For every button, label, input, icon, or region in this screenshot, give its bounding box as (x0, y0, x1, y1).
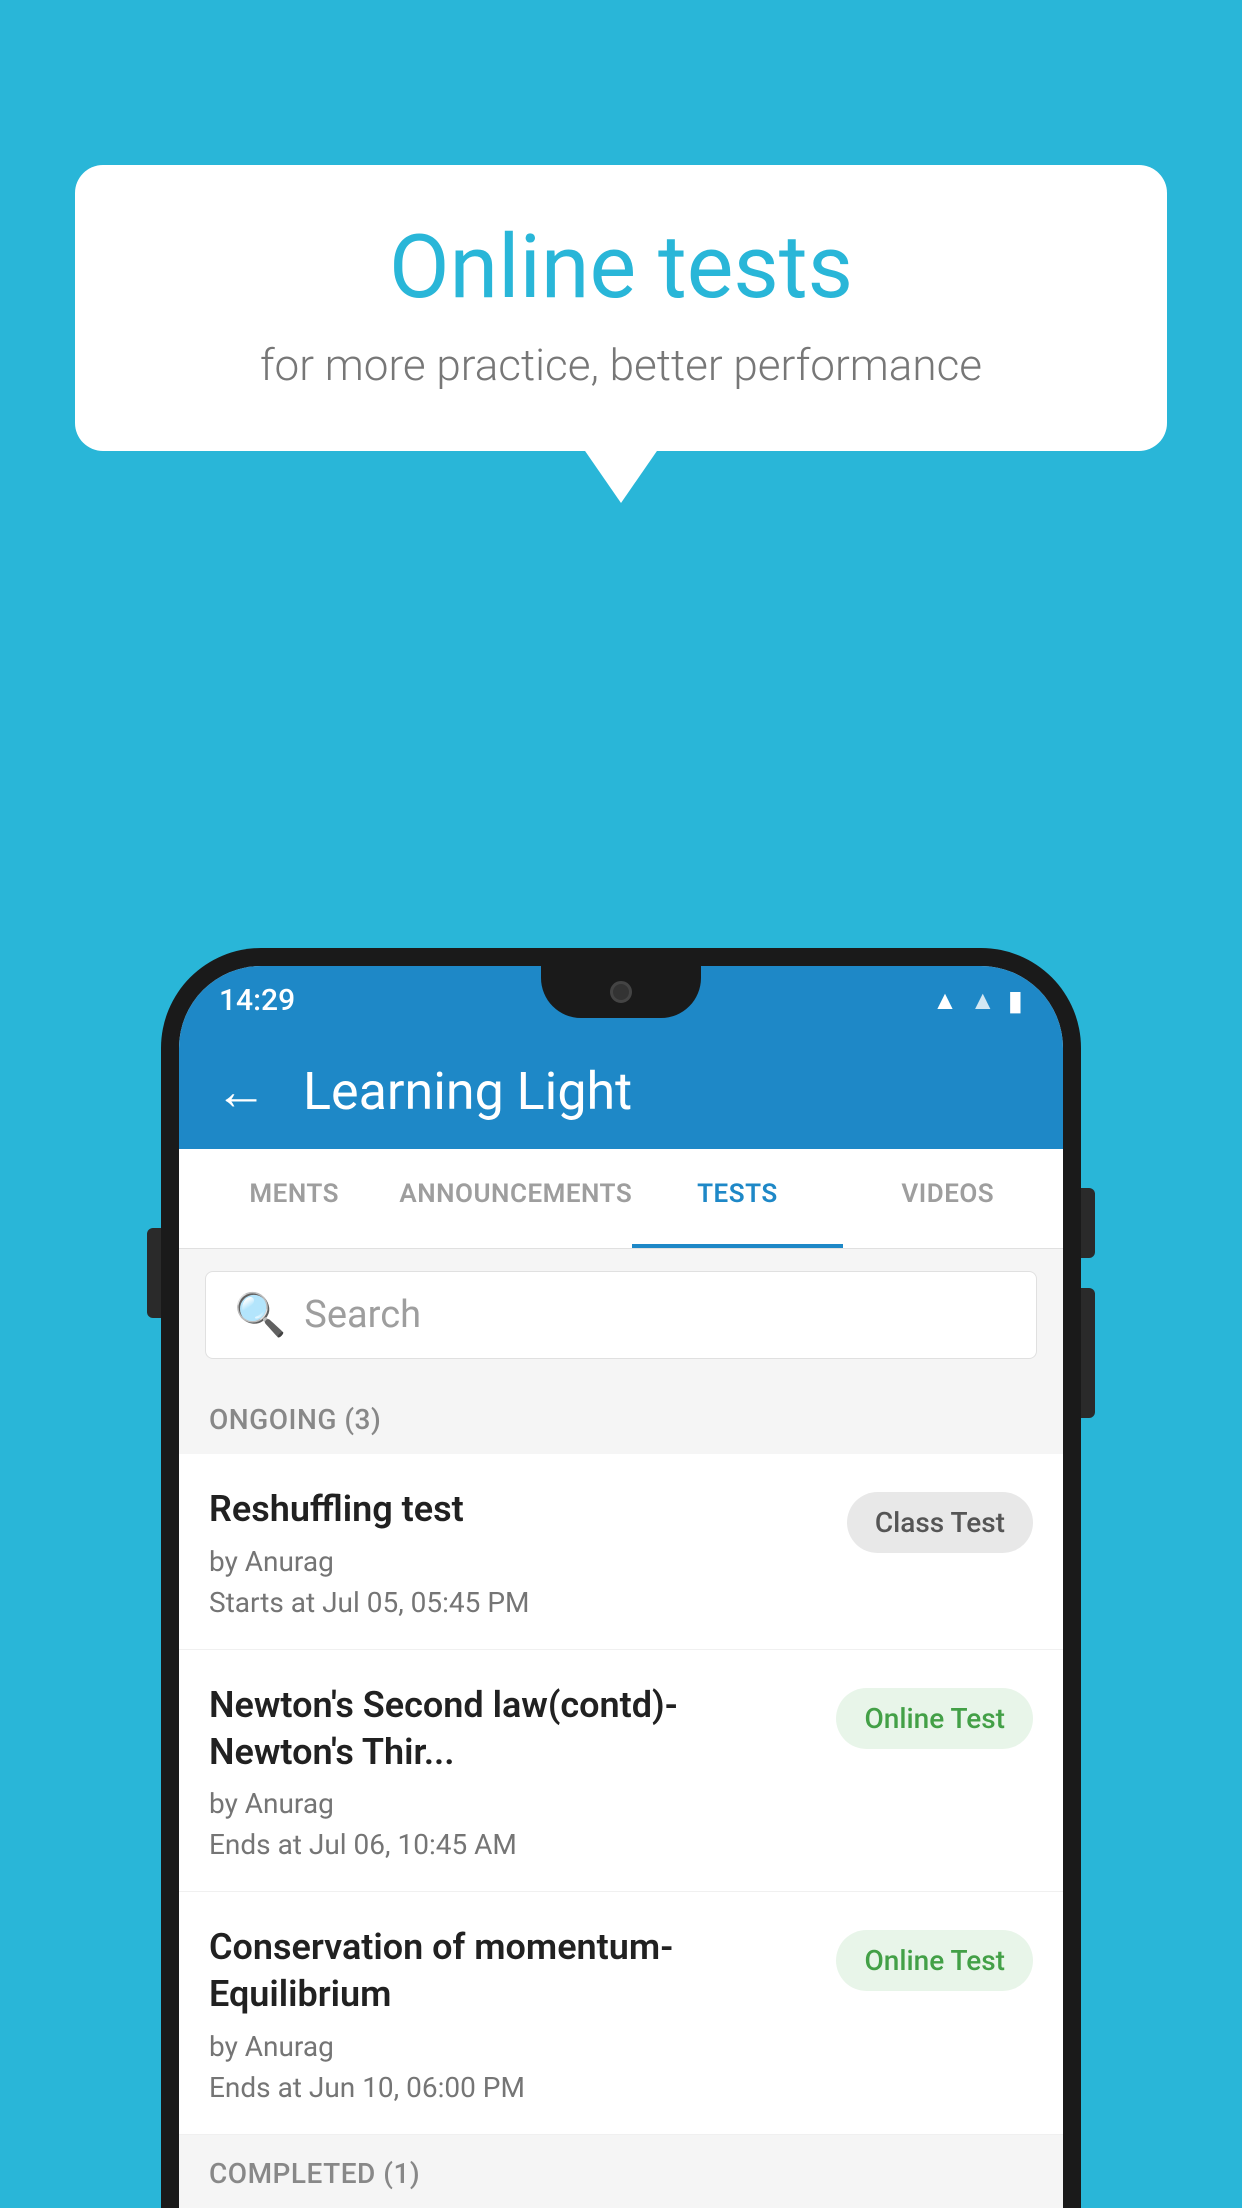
phone-screen: 14:29 ← Learning Light MENTS (179, 966, 1063, 2208)
test-badge-newton: Online Test (836, 1688, 1033, 1749)
tab-tests[interactable]: TESTS (632, 1149, 842, 1248)
test-name-conservation: Conservation of momentum-Equilibrium (209, 1924, 816, 2018)
search-icon: 🔍 (234, 1291, 286, 1340)
test-list-ongoing: Reshuffling test by Anurag Starts at Jul… (179, 1454, 1063, 2135)
test-badge-reshuffling: Class Test (847, 1492, 1033, 1553)
back-button[interactable]: ← (215, 1066, 267, 1118)
search-bar[interactable]: 🔍 Search (205, 1271, 1037, 1359)
power-button-top (1081, 1188, 1095, 1258)
bubble-subtitle: for more practice, better performance (135, 339, 1107, 391)
test-badge-conservation: Online Test (836, 1930, 1033, 1991)
tabs-container: MENTS ANNOUNCEMENTS TESTS VIDEOS (179, 1149, 1063, 1249)
status-time: 14:29 (219, 983, 295, 1018)
search-container: 🔍 Search (179, 1249, 1063, 1381)
status-icons (932, 984, 1023, 1017)
tab-ments[interactable]: MENTS (189, 1149, 399, 1248)
battery-icon (1008, 984, 1023, 1017)
speech-bubble: Online tests for more practice, better p… (75, 165, 1167, 451)
test-date-reshuffling: Starts at Jul 05, 05:45 PM (209, 1586, 827, 1619)
test-info-newton: Newton's Second law(contd)-Newton's Thir… (209, 1682, 816, 1862)
wifi-icon (932, 985, 958, 1016)
test-author-reshuffling: by Anurag (209, 1545, 827, 1578)
test-date-newton: Ends at Jul 06, 10:45 AM (209, 1828, 816, 1861)
test-info-conservation: Conservation of momentum-Equilibrium by … (209, 1924, 816, 2104)
test-date-conservation: Ends at Jun 10, 06:00 PM (209, 2071, 816, 2104)
tab-videos[interactable]: VIDEOS (843, 1149, 1053, 1248)
test-author-conservation: by Anurag (209, 2030, 816, 2063)
power-button-bottom (1081, 1288, 1095, 1418)
phone-wrapper: 14:29 ← Learning Light MENTS (161, 948, 1081, 2208)
search-placeholder: Search (304, 1293, 421, 1337)
test-info-reshuffling: Reshuffling test by Anurag Starts at Jul… (209, 1486, 827, 1619)
bubble-title: Online tests (135, 220, 1107, 317)
tab-announcements[interactable]: ANNOUNCEMENTS (399, 1149, 632, 1248)
test-item-newton[interactable]: Newton's Second law(contd)-Newton's Thir… (179, 1650, 1063, 1893)
volume-button (147, 1228, 161, 1318)
section-completed-header: COMPLETED (1) (179, 2135, 1063, 2208)
status-bar: 14:29 (179, 966, 1063, 1034)
test-name-reshuffling: Reshuffling test (209, 1486, 827, 1533)
speech-bubble-container: Online tests for more practice, better p… (75, 165, 1167, 451)
front-camera (610, 981, 632, 1003)
test-item-reshuffling[interactable]: Reshuffling test by Anurag Starts at Jul… (179, 1454, 1063, 1650)
notch (541, 966, 701, 1018)
phone-frame: 14:29 ← Learning Light MENTS (161, 948, 1081, 2208)
toolbar-title: Learning Light (303, 1061, 632, 1122)
test-author-newton: by Anurag (209, 1787, 816, 1820)
test-item-conservation[interactable]: Conservation of momentum-Equilibrium by … (179, 1892, 1063, 2135)
section-ongoing-header: ONGOING (3) (179, 1381, 1063, 1454)
signal-icon (970, 985, 996, 1016)
test-name-newton: Newton's Second law(contd)-Newton's Thir… (209, 1682, 816, 1776)
toolbar: ← Learning Light (179, 1034, 1063, 1149)
